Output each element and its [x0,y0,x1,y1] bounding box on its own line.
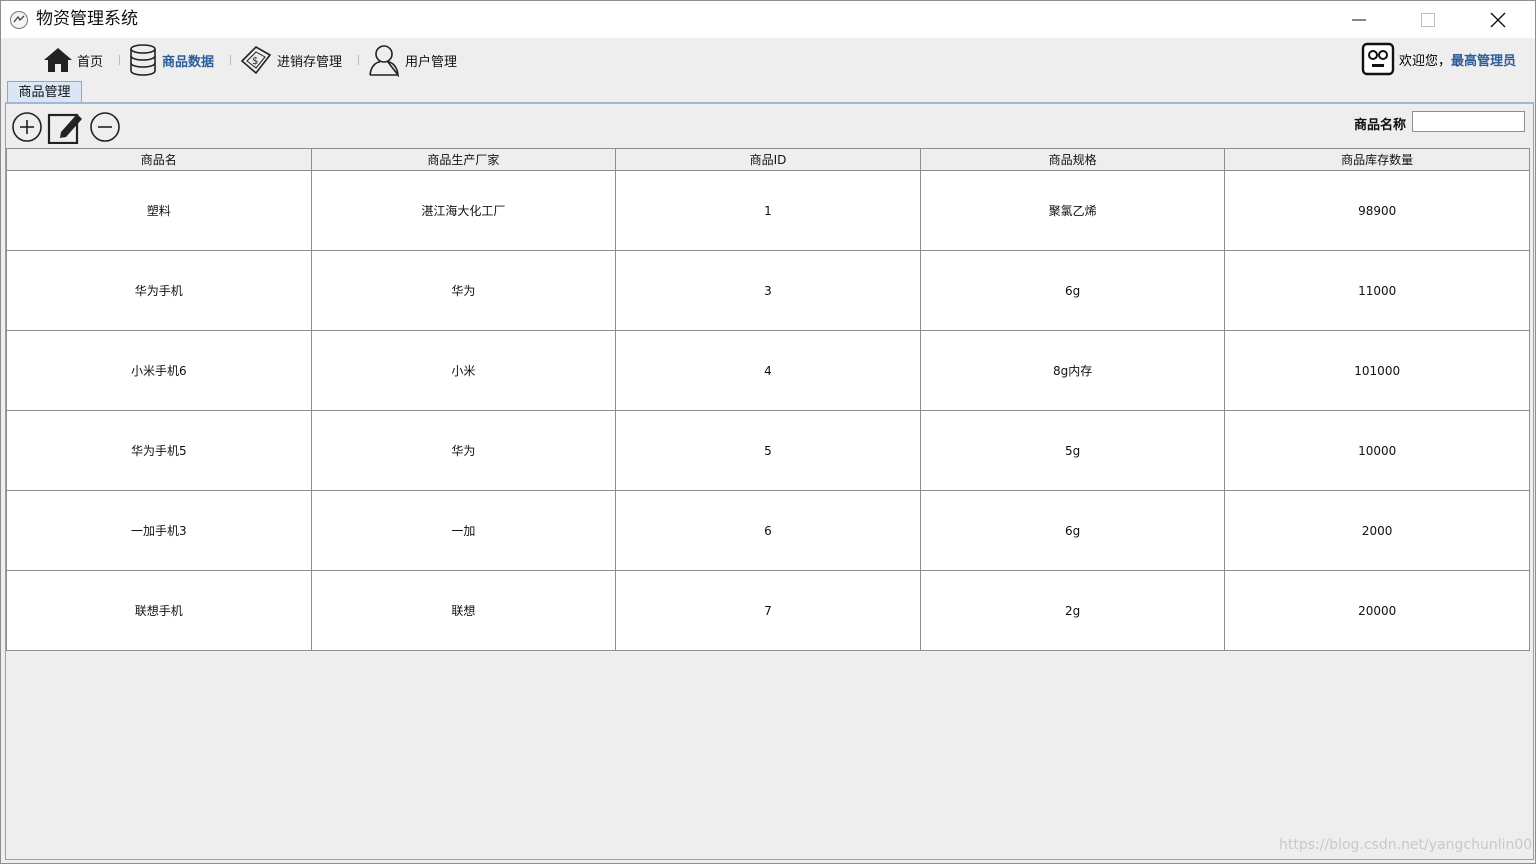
cell-manufacturer[interactable]: 联想 [310,570,617,651]
nav-divider [230,55,231,65]
nav-item-home[interactable]: 首页 [43,42,103,78]
add-button[interactable] [11,110,43,144]
remove-icon [90,112,120,142]
current-user-name[interactable]: 最高管理员 [1451,50,1516,69]
cell-manufacturer[interactable]: 华为 [310,250,617,331]
tab-product-management[interactable]: 商品管理 [7,81,82,103]
table-row[interactable]: 一加手机3 一加 6 6g 2000 [6,490,1530,571]
app-window: 物资管理系统 首页 商品数据 $ 进销存管理 用户管理 欢迎您， 最高管理员 商… [0,0,1536,864]
table-row[interactable]: 小米手机6 小米 4 8g内存 101000 [6,330,1530,411]
cell-spec[interactable]: 8g内存 [919,330,1226,411]
cell-name[interactable]: 小米手机6 [6,330,312,411]
welcome-text: 欢迎您， [1399,53,1452,69]
column-header-stock[interactable]: 商品库存数量 [1224,148,1530,171]
product-table: 商品名 商品生产厂家 商品ID 商品规格 商品库存数量 塑料 湛江海大化工厂 1… [6,148,1530,651]
add-icon [12,112,42,142]
cell-id[interactable]: 5 [615,410,921,491]
admin-avatar-icon [1361,42,1395,76]
cell-name[interactable]: 华为手机5 [6,410,312,491]
cell-manufacturer[interactable]: 小米 [310,330,617,411]
search-label: 商品名称 [1354,118,1407,133]
edit-icon [47,113,82,144]
cell-stock[interactable]: 10000 [1224,410,1530,491]
column-header-manufacturer[interactable]: 商品生产厂家 [310,148,617,171]
cell-id[interactable]: 1 [615,170,921,251]
cell-stock[interactable]: 98900 [1224,170,1530,251]
nav-item-product-data[interactable]: 商品数据 [128,42,214,78]
cell-manufacturer[interactable]: 华为 [310,410,617,491]
cell-spec[interactable]: 6g [919,490,1226,571]
cell-manufacturer[interactable]: 湛江海大化工厂 [310,170,617,251]
home-icon [44,48,72,72]
nav-item-users[interactable]: 用户管理 [367,42,457,78]
table-header-row: 商品名 商品生产厂家 商品ID 商品规格 商品库存数量 [6,148,1530,171]
minimize-icon [1352,19,1366,20]
nav-label-home: 首页 [77,54,104,70]
nav-label-inventory: 进销存管理 [277,54,343,70]
edit-button[interactable] [47,110,85,144]
cell-id[interactable]: 6 [615,490,921,571]
delete-button[interactable] [89,110,121,144]
product-name-search-input[interactable] [1412,111,1525,132]
cell-stock[interactable]: 2000 [1224,490,1530,571]
cell-name[interactable]: 塑料 [6,170,312,251]
watermark-text: https://blog.csdn.net/yangchunlin00 [1279,837,1533,853]
cell-stock[interactable]: 101000 [1224,330,1530,411]
database-icon [130,44,156,76]
title-bar[interactable]: 物资管理系统 [1,1,1535,38]
table-row[interactable]: 华为手机 华为 3 6g 11000 [6,250,1530,331]
nav-label-product-data: 商品数据 [162,54,215,70]
nav-divider [119,55,120,65]
close-icon [1490,12,1506,27]
cell-stock[interactable]: 20000 [1224,570,1530,651]
cell-spec[interactable]: 2g [919,570,1226,651]
table-row[interactable]: 塑料 湛江海大化工厂 1 聚氯乙烯 98900 [6,170,1530,251]
cell-name[interactable]: 一加手机3 [6,490,312,571]
nav-label-users: 用户管理 [405,54,458,70]
maximize-icon [1421,12,1435,27]
nav-divider [358,55,359,65]
cell-spec[interactable]: 6g [919,250,1226,331]
app-logo-icon [10,11,28,29]
cell-stock[interactable]: 11000 [1224,250,1530,331]
cell-spec[interactable]: 聚氯乙烯 [919,170,1226,251]
user-icon [369,45,400,77]
svg-text:$: $ [252,56,258,67]
main-nav: 首页 商品数据 $ 进销存管理 用户管理 [1,38,1535,82]
table-row[interactable]: 联想手机 联想 7 2g 20000 [6,570,1530,651]
welcome-area: 欢迎您， 最高管理员 [1361,42,1516,76]
column-header-id[interactable]: 商品ID [615,148,921,171]
cell-name[interactable]: 联想手机 [6,570,312,651]
window-title: 物资管理系统 [36,9,138,29]
maximize-button[interactable] [1405,1,1451,38]
money-icon: $ [240,46,272,75]
column-header-spec[interactable]: 商品规格 [919,148,1226,171]
cell-id[interactable]: 7 [615,570,921,651]
close-button[interactable] [1475,1,1521,38]
cell-id[interactable]: 4 [615,330,921,411]
minimize-button[interactable] [1336,1,1382,38]
column-header-name[interactable]: 商品名 [6,148,312,171]
table-row[interactable]: 华为手机5 华为 5 5g 10000 [6,410,1530,491]
nav-item-inventory[interactable]: $ 进销存管理 [239,42,342,78]
cell-manufacturer[interactable]: 一加 [310,490,617,571]
cell-name[interactable]: 华为手机 [6,250,312,331]
cell-spec[interactable]: 5g [919,410,1226,491]
cell-id[interactable]: 3 [615,250,921,331]
